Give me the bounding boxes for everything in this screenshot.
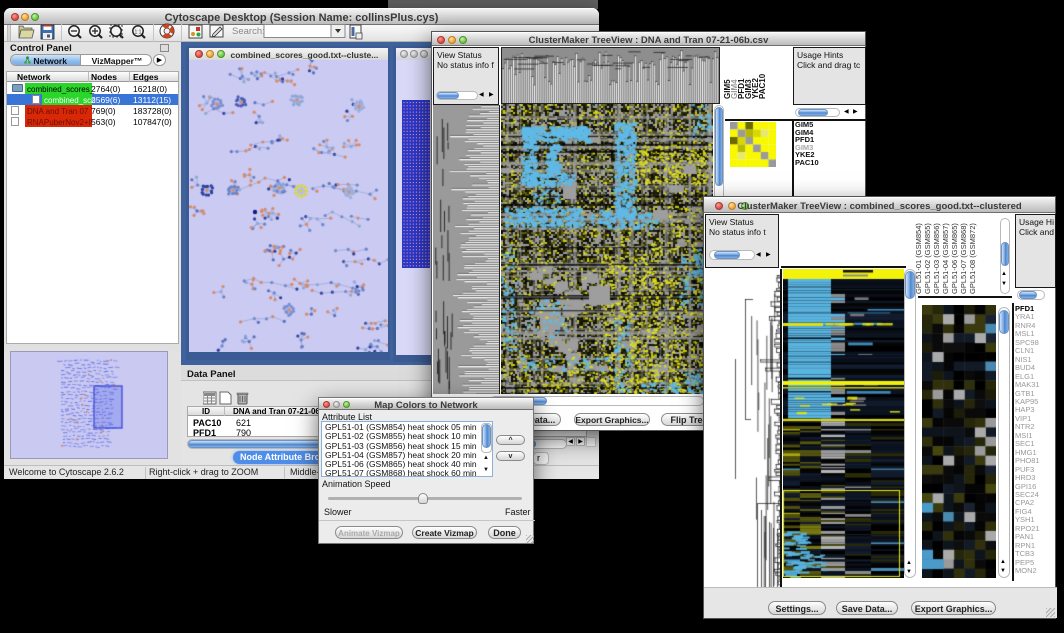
svg-text:Search:: Search: (232, 26, 265, 37)
svg-text:1:1: 1:1 (135, 30, 142, 36)
